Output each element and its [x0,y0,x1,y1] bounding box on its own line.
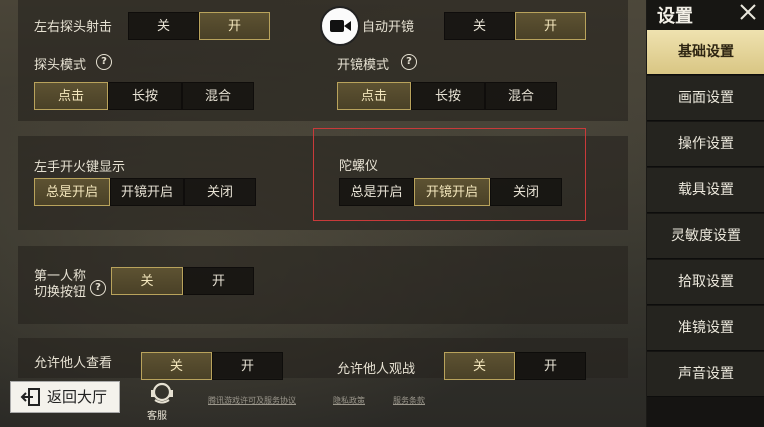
first-person-label-line2: 切换按钮 [34,285,87,300]
close-icon[interactable] [738,2,758,22]
allow-watch-toggle: 关 开 [444,352,586,380]
auto-scope-toggle: 关 开 [444,12,586,40]
settings-sidebar: 设置 基础设置 画面设置 操作设置 载具设置 灵敏度设置 拾取设置 准镜设置 声… [646,0,764,427]
sidebar-item-graphics[interactable]: 画面设置 [647,76,764,121]
peek-fire-toggle: 关 开 [128,12,270,40]
allow-view-off[interactable]: 关 [141,352,212,380]
left-fire-always[interactable]: 总是开启 [34,178,110,206]
scope-mode-mixed[interactable]: 混合 [485,82,557,110]
footer-link-privacy[interactable]: 隐私政策 [333,395,365,406]
peek-mode-mixed[interactable]: 混合 [182,82,254,110]
first-person-toggle: 关 开 [111,267,254,295]
back-to-lobby-label: 返回大厅 [47,388,108,406]
exit-arrow-icon [20,388,40,406]
video-camera-icon [330,20,351,32]
gyroscope-highlight-box [313,128,586,221]
sidebar-item-sensitivity[interactable]: 灵敏度设置 [647,214,764,259]
first-person-on[interactable]: 开 [183,267,254,295]
allow-view-on[interactable]: 开 [212,352,283,380]
scope-mode-hold[interactable]: 长按 [411,82,485,110]
peek-fire-on[interactable]: 开 [199,12,270,40]
gyroscope-off[interactable]: 关闭 [490,178,562,206]
scope-mode-tap[interactable]: 点击 [337,82,411,110]
footer-link-license[interactable]: 腾讯游戏许可及服务协议 [208,395,296,406]
gyroscope-always[interactable]: 总是开启 [339,178,414,206]
peek-mode-help-icon[interactable]: ? [96,54,112,70]
peek-fire-label: 左右探头射击 [34,20,113,35]
sidebar-item-controls[interactable]: 操作设置 [647,122,764,167]
panel-first-person [18,246,628,324]
sidebar-item-vehicle[interactable]: 载具设置 [647,168,764,213]
allow-watch-off[interactable]: 关 [444,352,515,380]
auto-scope-label: 自动开镜 [362,20,415,35]
settings-title: 设置 [657,6,693,27]
left-fire-selector: 总是开启 开镜开启 关闭 [34,178,256,206]
allow-view-toggle: 关 开 [141,352,283,380]
record-video-button[interactable] [320,6,360,46]
peek-fire-off[interactable]: 关 [128,12,199,40]
peek-mode-label: 探头模式 [34,58,87,73]
footer-link-terms[interactable]: 服务条款 [393,395,425,406]
allow-watch-label: 允许他人观战 [337,362,416,377]
sidebar-item-scope[interactable]: 准镜设置 [647,306,764,351]
customer-service-label: 客服 [147,411,167,422]
allow-view-label: 允许他人查看 [34,356,113,371]
first-person-help-icon[interactable]: ? [90,280,106,296]
auto-scope-on[interactable]: 开 [515,12,586,40]
left-fire-off[interactable]: 关闭 [184,178,256,206]
allow-watch-on[interactable]: 开 [515,352,586,380]
left-fire-scoped[interactable]: 开镜开启 [110,178,184,206]
gyroscope-label: 陀螺仪 [339,159,379,174]
auto-scope-off[interactable]: 关 [444,12,515,40]
peek-mode-hold[interactable]: 长按 [108,82,182,110]
back-to-lobby-button[interactable]: 返回大厅 [10,381,120,413]
gyroscope-selector: 总是开启 开镜开启 关闭 [339,178,562,206]
scope-mode-selector: 点击 长按 混合 [337,82,557,110]
gyroscope-scoped[interactable]: 开镜开启 [414,178,490,206]
first-person-off[interactable]: 关 [111,267,183,295]
sidebar-item-sound[interactable]: 声音设置 [647,352,764,397]
scope-mode-help-icon[interactable]: ? [401,54,417,70]
scope-mode-label: 开镜模式 [337,58,390,73]
headset-icon [151,382,173,404]
left-fire-label: 左手开火键显示 [34,160,126,175]
sidebar-item-basic[interactable]: 基础设置 [647,30,764,75]
peek-mode-tap[interactable]: 点击 [34,82,108,110]
peek-mode-selector: 点击 长按 混合 [34,82,254,110]
sidebar-item-pickup[interactable]: 拾取设置 [647,260,764,305]
